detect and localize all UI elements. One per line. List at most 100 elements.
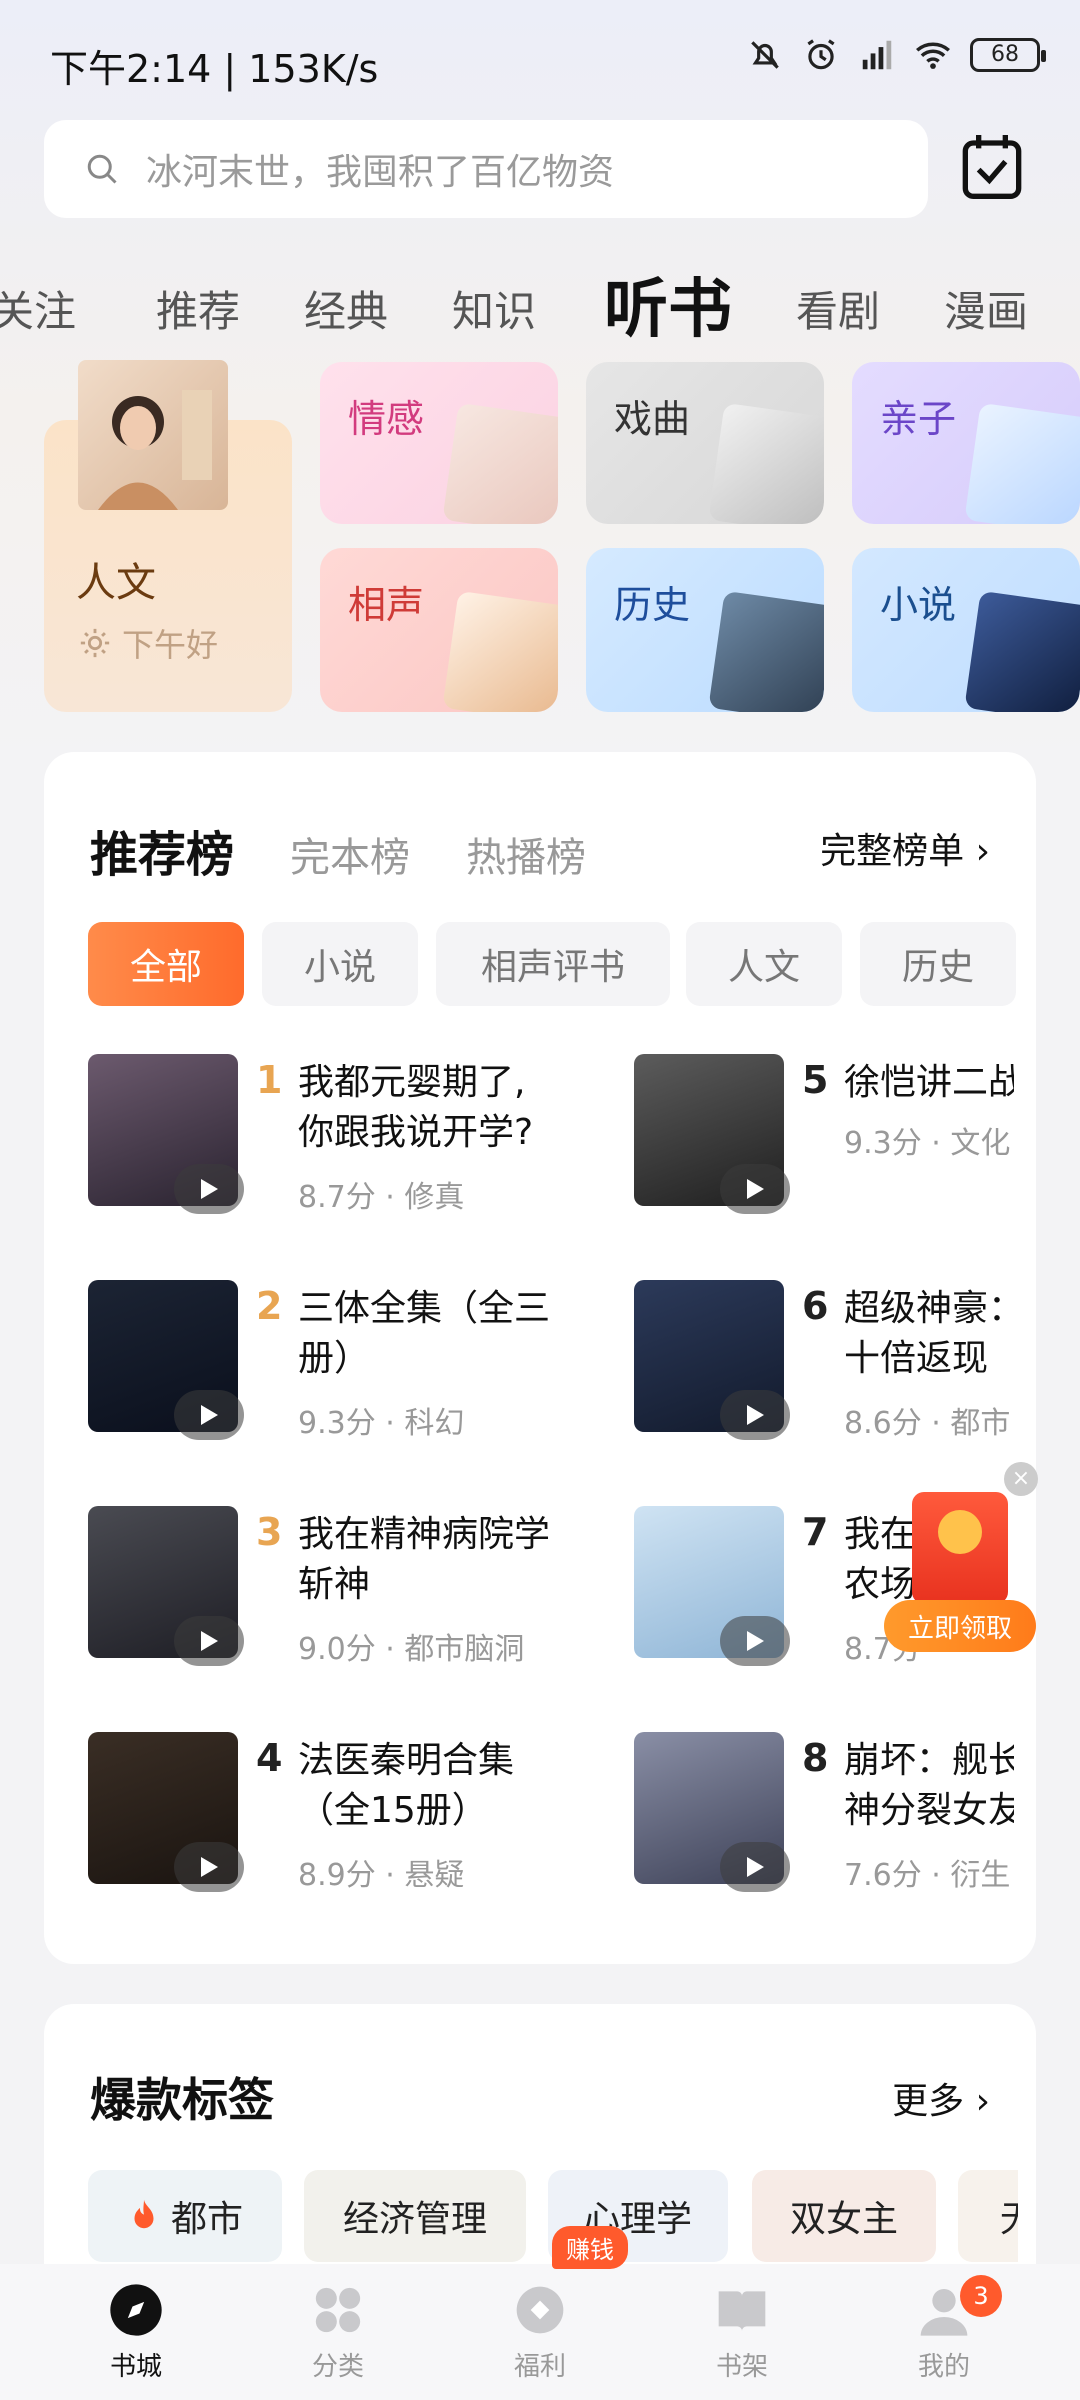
book-title-line: 我在精神病院学 [298,1514,551,1555]
tab-knowledge[interactable]: 知识 [452,278,536,339]
category-label-humanities: 人文 [76,560,156,606]
humanities-cover [78,360,228,510]
list-item[interactable]: 4 法医秦明合集 （全15册） 8.9分 · 悬疑 [88,1732,548,1902]
rank-number: 7 [802,1510,829,1554]
ranking-tabs: 推荐榜 完本榜 热播榜 [90,815,586,885]
nav-label: 书架 [715,2352,768,2382]
novel-cover [964,590,1080,712]
list-item[interactable]: 1 我都元婴期了, 你跟我说开学? 8.7分 · 修真 [88,1054,548,1224]
book-meta: 8.7分 · 修真 [298,1180,465,1215]
nav-label: 分类 [311,2352,364,2382]
close-icon[interactable]: × [1004,1462,1038,1496]
nav-label: 我的 [917,2352,970,2382]
alarm-icon [807,39,835,70]
tab-follow[interactable]: 关注 [0,278,76,339]
portrait-image [98,390,212,510]
category-parenting[interactable]: 亲子 [852,362,1080,524]
nav-label: 福利 [513,2352,566,2382]
tab-classic[interactable]: 经典 [304,278,388,339]
search-bar[interactable]: 冰河末世，我囤积了百亿物资 [44,120,928,218]
coin-icon [516,2286,564,2334]
book-title-line: 册） [298,1338,371,1379]
list-item[interactable]: 2 三体全集（全三 册） 9.3分 · 科幻 [88,1280,551,1450]
play-icon[interactable] [720,1390,790,1440]
nav-welfare[interactable]: 福利 [480,2282,600,2383]
play-icon[interactable] [174,1616,244,1666]
category-novel[interactable]: 小说 [852,548,1080,712]
play-icon[interactable] [720,1616,790,1666]
list-item[interactable]: 5 徐恺讲二战 9.3分 · 文化 [634,1054,1014,1224]
list-item[interactable]: 8 崩坏：舰长 神分裂女友 7.6分 · 衍生 [634,1732,1014,1902]
book-open-icon [718,2291,766,2331]
book-title-line: 十倍返现 [844,1338,989,1379]
tab-drama[interactable]: 看剧 [796,278,880,339]
nav-category[interactable]: 分类 [278,2282,398,2383]
tag-economics[interactable]: 经济管理 [304,2170,526,2262]
category-opera[interactable]: 戏曲 [586,362,824,524]
history-cover [708,590,824,712]
rank-number: 4 [256,1736,283,1780]
rank-number: 8 [802,1736,829,1780]
nav-bookstore[interactable]: 书城 [76,2282,196,2383]
red-packet-icon[interactable] [912,1492,1008,1604]
book-meta: 9.0分 · 都市脑洞 [298,1632,525,1667]
play-icon[interactable] [174,1164,244,1214]
full-list-link[interactable]: 完整榜单 › [820,822,990,874]
chip-humanities[interactable]: 人文 [686,922,842,1006]
tag-double-heroine[interactable]: 双女主 [752,2170,936,2262]
rank-number: 3 [256,1510,283,1554]
nav-bookshelf[interactable]: 书架 [682,2282,802,2383]
list-item[interactable]: 6 超级神豪： 十倍返现 8.6分 · 都市 [634,1280,1014,1450]
play-icon[interactable] [174,1390,244,1440]
hot-tags-title: 爆款标签 [90,2073,274,2127]
more-link[interactable]: 更多 › [892,2072,990,2124]
book-title-line: 超级神豪： [844,1288,1014,1329]
tab-recommend[interactable]: 推荐 [156,278,240,339]
book-title-line: 斩神 [298,1564,371,1605]
book-title-line: 三体全集（全三 [298,1288,551,1329]
tab-comics[interactable]: 漫画 [944,278,1028,339]
chip-novel[interactable]: 小说 [262,922,418,1006]
tab-hot-list[interactable]: 热播榜 [466,825,586,883]
category-label-emotion: 情感 [348,397,425,441]
category-emotion[interactable]: 情感 [320,362,558,524]
play-icon[interactable] [720,1842,790,1892]
tab-complete-list[interactable]: 完本榜 [290,825,410,883]
play-icon[interactable] [720,1164,790,1214]
sun-icon [80,628,110,658]
category-crosstalk[interactable]: 相声 [320,548,558,712]
notification-badge: 3 [960,2275,1002,2317]
play-icon[interactable] [174,1842,244,1892]
tab-recommend-list[interactable]: 推荐榜 [90,815,234,885]
tag-urban[interactable]: 都市 [88,2170,282,2262]
calendar-checkin-icon[interactable] [960,132,1024,202]
book-title-line: 我都元婴期了, [298,1062,526,1103]
nav-label: 书城 [109,2352,162,2382]
chip-history[interactable]: 历史 [860,922,1016,1006]
greeting: 下午好 [78,620,218,666]
book-meta: 7.6分 · 衍生 [844,1858,1011,1893]
claim-reward-button[interactable]: 立即领取 [884,1600,1036,1652]
category-history[interactable]: 历史 [586,548,824,712]
rank-number: 5 [802,1058,829,1102]
book-meta: 8.6分 · 都市 [844,1406,1011,1441]
mute-bell-icon [751,41,779,69]
rank-number: 6 [802,1284,829,1328]
battery-indicator: 68 [970,38,1046,72]
book-title-line: 你跟我说开学? [298,1112,534,1153]
tab-audiobook[interactable]: 听书 [604,260,732,350]
bottom-nav: 书城 分类 福利 书架 我的 [0,2264,1080,2400]
compass-icon [110,2284,162,2336]
search-placeholder: 冰河末世，我囤积了百亿物资 [146,152,615,193]
rank-number: 2 [256,1284,283,1328]
chip-crosstalk[interactable]: 相声评书 [436,922,670,1006]
tag-label: 都市 [170,2199,243,2240]
rank-number: 1 [256,1058,283,1102]
book-title-line: 神分裂女友 [844,1790,1014,1831]
chip-all[interactable]: 全部 [88,922,244,1006]
status-icons: 68 [746,36,1046,74]
emotion-cover [442,402,558,524]
tag-more[interactable]: 无 [958,2170,1018,2262]
list-item[interactable]: 3 我在精神病院学 斩神 9.0分 · 都市脑洞 [88,1506,551,1676]
greeting-text: 下午好 [122,626,219,664]
